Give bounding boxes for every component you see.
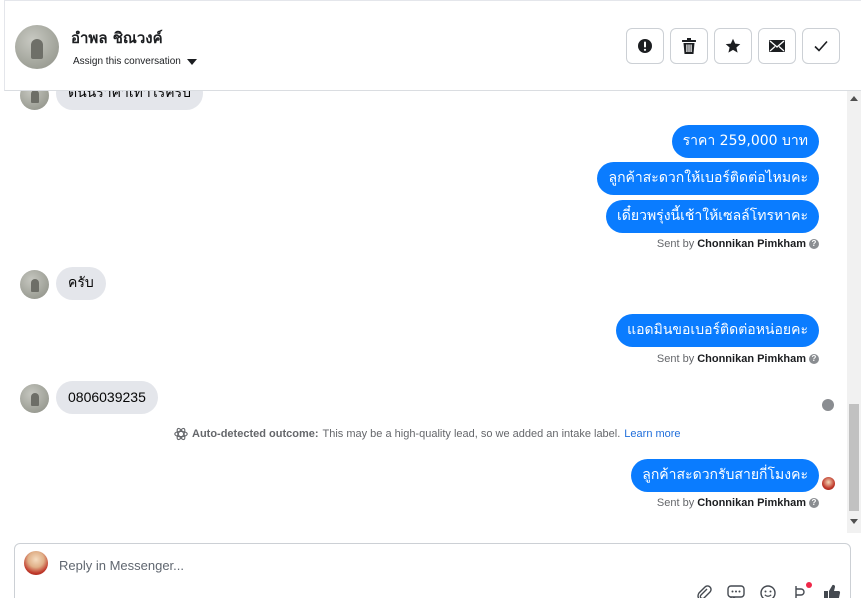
conversation-header: อำพล ชิณวงค์ Assign this conversation [4,0,861,91]
help-icon[interactable]: ? [809,498,819,508]
seen-indicator [822,399,834,411]
auto-outcome-text: This may be a high-quality lead, so we a… [322,428,621,440]
sent-by-info: Sent by Chonnikan Pimkham ? [657,497,819,509]
sent-by-prefix: Sent by [656,238,695,250]
caret-down-icon [186,58,197,65]
emoji-icon [760,585,776,598]
auto-detected-outcome: Auto-detected outcome: This may be a hig… [174,427,681,441]
sent-by-name[interactable]: Chonnikan Pimkham [697,353,806,365]
follow-up-button[interactable] [714,28,752,64]
assign-conversation-label: Assign this conversation [73,56,181,67]
atom-icon [174,427,188,441]
help-icon[interactable]: ? [809,239,819,249]
outgoing-message[interactable]: เดี๋ยวพรุ่งนี้เช้าให้เซลล์โทรหาคะ [606,200,819,233]
thread-scrollbar[interactable] [847,91,861,533]
sent-by-info: Sent by Chonnikan Pimkham ? [657,353,819,365]
automation-icon [795,586,805,598]
outgoing-message[interactable]: ราคา 259,000 บาท [671,125,819,158]
paperclip-icon [697,585,712,598]
automation-button[interactable] [791,582,812,598]
contact-message-avatar [20,384,49,413]
star-icon [725,38,741,53]
seen-avatar [822,477,835,490]
contact-message-avatar [20,91,49,110]
incoming-message[interactable]: 0806039235 [56,381,158,414]
help-icon[interactable]: ? [809,354,819,364]
sent-by-name[interactable]: Chonnikan Pimkham [697,497,806,509]
delete-button[interactable] [670,28,708,64]
learn-more-link[interactable]: Learn more [624,428,680,440]
composer-tools [695,582,841,598]
contact-avatar[interactable] [15,25,59,69]
contact-name[interactable]: อำพล ชิณวงค์ [71,26,163,50]
saved-reply-icon [727,585,745,598]
assign-conversation-dropdown[interactable]: Assign this conversation [73,56,197,67]
contact-message-avatar [20,270,49,299]
envelope-icon [769,40,785,52]
outgoing-message[interactable]: ลูกค้าสะดวกรับสายกี่โมงคะ [631,459,819,492]
outgoing-message[interactable]: แอดมินขอเบอร์ติดต่อหน่อยคะ [616,314,819,347]
mark-done-button[interactable] [802,28,840,64]
thumbs-up-icon [824,584,841,598]
sent-by-prefix: Sent by [656,497,695,509]
trash-icon [682,38,696,54]
notification-dot [806,582,812,588]
incoming-message[interactable]: ครับ [56,267,106,300]
message-thread[interactable]: ตีนนราคาเท่าไรครับ ราคา 259,000 บาท ลูกค… [4,91,847,533]
auto-outcome-label: Auto-detected outcome: [192,428,319,440]
sent-by-prefix: Sent by [656,353,695,365]
exclamation-circle-icon [638,39,652,53]
sent-by-name[interactable]: Chonnikan Pimkham [697,238,806,250]
reply-composer [14,543,851,598]
outgoing-message[interactable]: ลูกค้าสะดวกให้เบอร์ติดต่อไหมคะ [597,162,819,195]
emoji-button[interactable] [759,584,777,598]
incoming-message[interactable]: ตีนนราคาเท่าไรครับ [56,91,204,110]
mark-as-spam-button[interactable] [626,28,664,64]
mark-unread-button[interactable] [758,28,796,64]
scrollbar-thumb[interactable] [849,404,859,511]
checkmark-icon [814,40,828,52]
saved-replies-button[interactable] [727,584,745,598]
agent-avatar [24,551,48,575]
scroll-up-arrow-icon[interactable] [850,96,858,101]
scroll-down-arrow-icon[interactable] [850,519,858,524]
reply-input[interactable] [59,554,759,576]
attach-button[interactable] [695,584,713,598]
conversation-actions [626,28,840,64]
sent-by-info: Sent by Chonnikan Pimkham ? [657,238,819,250]
like-button[interactable] [823,584,841,598]
